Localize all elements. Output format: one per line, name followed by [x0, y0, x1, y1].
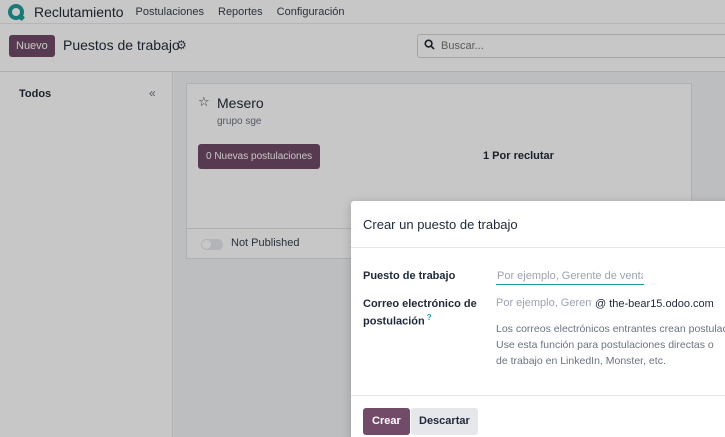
star-icon[interactable]: ☆: [198, 94, 210, 110]
dialog-footer-divider: [351, 395, 725, 396]
help-line: de trabajo en LinkedIn, Monster, etc.: [496, 355, 666, 367]
gear-icon[interactable]: ⚙: [176, 38, 187, 52]
help-icon[interactable]: ?: [427, 313, 432, 322]
discard-button[interactable]: Descartar: [411, 408, 478, 435]
application-email-label: Correo electrónico de postulación?: [363, 297, 483, 329]
help-line: Los correos electrónicos entrantes crean…: [496, 323, 725, 335]
help-line: Use esta función para postulaciones dire…: [496, 339, 714, 351]
menu-item-reportes[interactable]: Reportes: [218, 6, 263, 18]
email-domain: @ the-bear15.odoo.com: [595, 298, 714, 310]
menu-item-configuracion[interactable]: Configuración: [277, 6, 345, 18]
job-company: grupo sge: [217, 116, 262, 127]
search-input[interactable]: [441, 40, 701, 52]
dialog-header-divider: [351, 247, 725, 248]
publish-status: Not Published: [231, 237, 300, 249]
to-recruit-link[interactable]: 1 Por reclutar: [483, 150, 554, 162]
page-title: Puestos de trabajo: [63, 37, 180, 53]
email-help-text: Los correos electrónicos entrantes crean…: [496, 321, 725, 369]
application-email-label-text: Correo electrónico de postulación: [363, 298, 477, 328]
search-box[interactable]: [417, 34, 725, 58]
menu-item-postulaciones[interactable]: Postulaciones: [136, 6, 205, 18]
search-icon: [424, 39, 435, 53]
app-logo-icon[interactable]: [8, 3, 26, 21]
job-position-label: Puesto de trabajo: [363, 270, 456, 282]
sidebar-item-todos[interactable]: Todos: [19, 88, 51, 100]
job-position-input[interactable]: [496, 267, 644, 285]
top-navbar: Reclutamiento Postulaciones Reportes Con…: [0, 0, 725, 24]
app-name[interactable]: Reclutamiento: [34, 4, 124, 20]
publish-toggle[interactable]: [201, 239, 223, 250]
new-applications-button[interactable]: 0 Nuevas postulaciones: [198, 144, 321, 169]
new-button[interactable]: Nuevo: [9, 35, 55, 57]
create-job-dialog: Crear un puesto de trabajo Puesto de tra…: [351, 201, 725, 437]
email-alias-input[interactable]: [496, 297, 592, 309]
nav-menu: Postulaciones Reportes Configuración: [136, 6, 359, 18]
control-panel: Nuevo Puestos de trabajo ⚙: [0, 24, 725, 72]
create-button[interactable]: Crear: [363, 408, 410, 435]
dialog-title: Crear un puesto de trabajo: [363, 217, 518, 232]
sidebar: Todos «: [0, 72, 173, 437]
collapse-icon[interactable]: «: [149, 86, 156, 100]
job-title[interactable]: Mesero: [217, 95, 264, 111]
